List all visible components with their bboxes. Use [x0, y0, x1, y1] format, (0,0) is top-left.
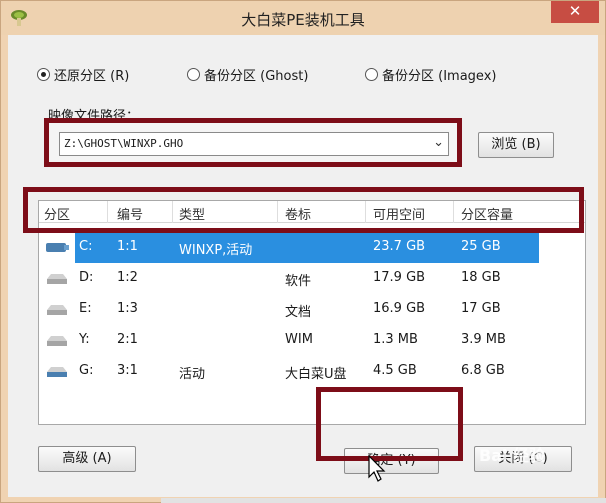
cell-label: WIM [285, 332, 313, 347]
radio-label: 备份分区 (Ghost) [204, 69, 309, 84]
title-bar[interactable]: 大白菜PE装机工具 ✕ [1, 1, 605, 35]
hard-drive-icon [47, 305, 67, 315]
cell-label: 文档 [285, 305, 312, 320]
cell-free-space: 17.9 GB [373, 270, 426, 285]
window-title: 大白菜PE装机工具 [241, 11, 365, 29]
chevron-down-icon[interactable]: ⌄ [433, 135, 444, 150]
cell-number: 1:3 [117, 301, 138, 316]
partition-row[interactable]: C: 1:1 WINXP,活动 23.7 GB 25 GB [39, 232, 585, 263]
radio-restore-partition[interactable]: 还原分区 (R) [37, 65, 129, 84]
cell-drive: D: [79, 270, 94, 285]
usb-drive-icon [46, 243, 69, 252]
cell-number: 2:1 [117, 332, 138, 347]
hard-drive-icon [47, 274, 67, 284]
window-close-button[interactable]: ✕ [551, 1, 599, 23]
cell-number: 3:1 [117, 363, 138, 378]
cell-capacity: 3.9 MB [461, 332, 506, 347]
partition-row[interactable]: D: 1:2 软件 17.9 GB 18 GB [39, 263, 585, 294]
watermark: Bai 经验 [479, 446, 546, 465]
cell-label: 大白菜U盘 [285, 367, 347, 382]
cell-drive: C: [79, 239, 93, 254]
selected-row-highlight-frame [23, 187, 584, 233]
partition-row[interactable]: E: 1:3 文档 16.9 GB 17 GB [39, 294, 585, 325]
cell-capacity: 17 GB [461, 301, 501, 316]
installer-window: 大白菜PE装机工具 ✕ 还原分区 (R) 备份分区 (Ghost) 备份分区 (… [0, 0, 606, 503]
cell-label: 软件 [285, 274, 312, 289]
radio-label: 备份分区 (Imagex) [382, 69, 497, 84]
radio-indicator[interactable] [365, 68, 378, 81]
cell-drive: E: [79, 301, 92, 316]
usb-drive-icon [47, 367, 67, 377]
ok-button-highlight-frame [316, 387, 463, 461]
cell-capacity: 25 GB [461, 239, 501, 254]
cell-capacity: 18 GB [461, 270, 501, 285]
radio-indicator[interactable] [187, 68, 200, 81]
cell-free-space: 23.7 GB [373, 239, 426, 254]
cell-number: 1:1 [117, 239, 138, 254]
cell-type: 活动 [179, 367, 206, 382]
cell-type: WINXP,活动 [179, 243, 253, 258]
cell-drive: Y: [79, 332, 90, 347]
hard-drive-icon [47, 336, 67, 346]
image-path-highlight-frame: Z:\GHOST\WINXP.GHO ⌄ [44, 118, 462, 167]
bottom-edge-strip [161, 498, 606, 503]
mouse-cursor-icon [368, 455, 386, 482]
cell-free-space: 16.9 GB [373, 301, 426, 316]
cell-free-space: 1.3 MB [373, 332, 418, 347]
radio-indicator[interactable] [37, 68, 50, 81]
partition-row[interactable]: G: 3:1 活动 大白菜U盘 4.5 GB 6.8 GB [39, 356, 585, 387]
cell-number: 1:2 [117, 270, 138, 285]
image-path-combobox[interactable]: Z:\GHOST\WINXP.GHO ⌄ [59, 132, 449, 156]
partition-row[interactable]: Y: 2:1 WIM 1.3 MB 3.9 MB [39, 325, 585, 356]
browse-button[interactable]: 浏览 (B) [478, 132, 554, 158]
partition-list[interactable]: 分区 编号 类型 卷标 可用空间 分区容量 C: 1:1 WINXP,活动 23… [38, 200, 586, 425]
dialog-client-area: 还原分区 (R) 备份分区 (Ghost) 备份分区 (Imagex) 映像文件… [8, 35, 598, 497]
advanced-button[interactable]: 高级 (A) [38, 446, 136, 472]
cell-drive: G: [79, 363, 94, 378]
radio-label: 还原分区 (R) [54, 69, 130, 84]
image-path-value: Z:\GHOST\WINXP.GHO [64, 137, 184, 150]
cell-free-space: 4.5 GB [373, 363, 417, 378]
radio-backup-ghost[interactable]: 备份分区 (Ghost) [187, 65, 308, 84]
radio-backup-imagex[interactable]: 备份分区 (Imagex) [365, 65, 496, 84]
cell-capacity: 6.8 GB [461, 363, 505, 378]
